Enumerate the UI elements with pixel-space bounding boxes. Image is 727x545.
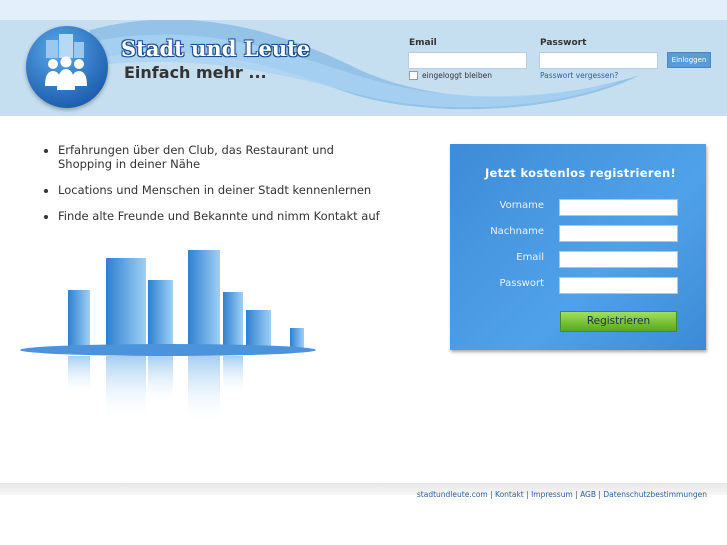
brand-name: Stadt und Leute: [121, 36, 311, 61]
footer-link-imprint[interactable]: Impressum: [531, 490, 573, 499]
remember-label: eingeloggt bleiben: [422, 71, 493, 80]
registration-panel: Jetzt kostenlos registrieren! Vorname Na…: [450, 144, 706, 350]
feature-item: Locations und Menschen in deiner Stadt k…: [58, 183, 384, 197]
footer-link-contact[interactable]: Kontakt: [495, 490, 524, 499]
footer-link-terms[interactable]: AGB: [580, 490, 596, 499]
register-button[interactable]: Registrieren: [560, 311, 677, 332]
footer-links: stadtundleute.com | Kontakt | Impressum …: [416, 490, 707, 499]
feature-list: Erfahrungen über den Club, das Restauran…: [44, 143, 384, 235]
top-bar: [0, 0, 727, 20]
login-password-input[interactable]: [539, 52, 658, 69]
feature-item: Finde alte Freunde und Bekannte und nimm…: [58, 209, 384, 223]
tagline: Einfach mehr ...: [124, 63, 267, 82]
footer-link-home[interactable]: stadtundleute.com: [417, 490, 488, 499]
logo[interactable]: [26, 26, 108, 108]
password-label: Passwort: [540, 38, 587, 48]
registration-title: Jetzt kostenlos registrieren!: [484, 166, 676, 180]
login-email-input[interactable]: [408, 52, 527, 69]
city-illustration: [20, 250, 316, 425]
header: Stadt und Leute Einfach mehr ... Email P…: [0, 20, 727, 116]
register-email-input[interactable]: [559, 251, 678, 268]
remember-checkbox[interactable]: [409, 71, 418, 80]
feature-item: Erfahrungen über den Club, das Restauran…: [58, 143, 384, 171]
register-password-label: Passwort: [499, 278, 544, 289]
register-password-input[interactable]: [559, 277, 678, 294]
firstname-label: Vorname: [499, 200, 544, 211]
lastname-label: Nachname: [490, 226, 544, 237]
lastname-input[interactable]: [559, 225, 678, 242]
firstname-input[interactable]: [559, 199, 678, 216]
register-email-label: Email: [516, 252, 544, 263]
email-label: Email: [409, 38, 437, 48]
city-people-icon: [45, 34, 87, 90]
login-button[interactable]: Einloggen: [667, 52, 711, 68]
footer-link-privacy[interactable]: Datenschutzbestimmungen: [603, 490, 707, 499]
forgot-password-link[interactable]: Passwort vergessen?: [540, 71, 618, 80]
